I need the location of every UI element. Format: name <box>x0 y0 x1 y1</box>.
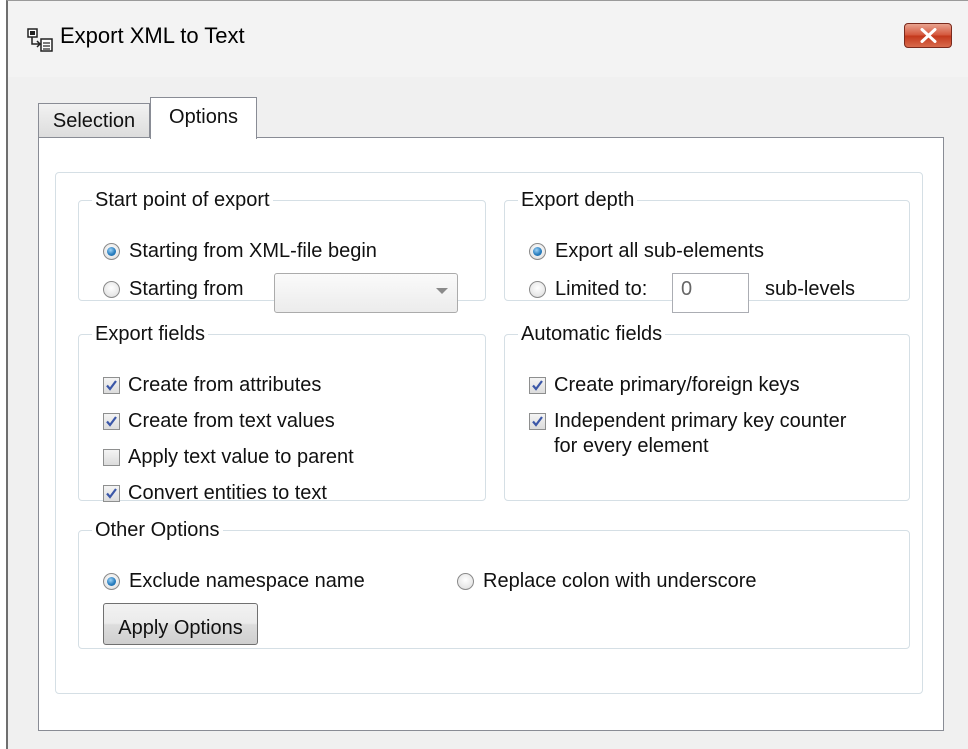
close-button[interactable] <box>904 23 952 48</box>
other-options-legend: Other Options <box>95 519 220 541</box>
exclude-namespace-radio[interactable] <box>103 572 120 590</box>
create-from-text-values-checkbox[interactable] <box>103 412 120 430</box>
options-inner-panel: Start point of export Starting from XML-… <box>55 172 923 694</box>
depth-suffix: sub-levels <box>765 277 855 301</box>
start-begin-option[interactable]: Starting from XML-file begin <box>103 239 377 263</box>
other-options-group: Other Options Exclude namespace name Rep… <box>78 519 910 649</box>
independent-counter-label-2: for every element <box>554 435 709 457</box>
create-from-attributes-option[interactable]: Create from attributes <box>103 373 321 397</box>
tab-options[interactable]: Options <box>150 97 257 139</box>
options-tab-panel: Start point of export Starting from XML-… <box>38 137 944 731</box>
window-title: Export XML to Text <box>60 23 245 48</box>
depth-all-radio[interactable] <box>529 242 546 260</box>
dialog-client-area: Selection Options Start point of export … <box>8 77 968 749</box>
replace-colon-option[interactable]: Replace colon with underscore <box>457 569 757 593</box>
start-point-legend: Start point of export <box>95 189 270 211</box>
start-element-combo[interactable] <box>274 273 458 313</box>
automatic-fields-legend: Automatic fields <box>521 323 663 345</box>
depth-all-option[interactable]: Export all sub-elements <box>529 239 764 263</box>
exclude-namespace-label: Exclude namespace name <box>129 570 365 592</box>
checkmark-icon <box>532 415 543 427</box>
depth-limited-radio[interactable] <box>529 280 546 298</box>
independent-counter-checkbox[interactable] <box>529 412 546 430</box>
export-xml-dialog: Export XML to Text Selection Options Sta… <box>6 0 968 749</box>
create-keys-label: Create primary/foreign keys <box>554 374 800 396</box>
start-begin-label: Starting from XML-file begin <box>129 240 377 262</box>
apply-options-button[interactable]: Apply Options <box>103 603 258 645</box>
replace-colon-radio[interactable] <box>457 572 474 590</box>
export-depth-legend: Export depth <box>521 189 635 211</box>
create-from-attributes-label: Create from attributes <box>128 374 322 396</box>
convert-entities-option[interactable]: Convert entities to text <box>103 481 327 505</box>
automatic-fields-group: Automatic fields Create primary/foreign … <box>504 323 910 501</box>
independent-counter-label: Independent primary key counter <box>554 410 847 432</box>
convert-entities-checkbox[interactable] <box>103 484 120 502</box>
create-from-text-values-label: Create from text values <box>128 410 335 432</box>
independent-counter-option[interactable]: Independent primary key counter <box>529 409 846 433</box>
start-point-group: Start point of export Starting from XML-… <box>78 189 486 313</box>
export-fields-group: Export fields Create from attributes Cre… <box>78 323 486 504</box>
independent-counter-label-line2: for every element <box>554 434 709 458</box>
create-from-attributes-checkbox[interactable] <box>103 376 120 394</box>
checkmark-icon <box>532 379 543 391</box>
apply-text-value-option[interactable]: Apply text value to parent <box>103 445 354 469</box>
start-from-label: Starting from <box>129 278 244 300</box>
depth-suffix-label: sub-levels <box>765 278 856 300</box>
create-from-text-values-option[interactable]: Create from text values <box>103 409 335 433</box>
close-icon <box>920 28 937 43</box>
checkmark-icon <box>106 379 117 391</box>
create-keys-checkbox[interactable] <box>529 376 546 394</box>
xml-export-icon <box>27 28 53 52</box>
start-from-radio[interactable] <box>103 280 120 298</box>
tab-selection[interactable]: Selection <box>38 103 150 138</box>
depth-limited-label: Limited to: <box>555 278 648 300</box>
title-bar[interactable]: Export XML to Text <box>8 1 968 78</box>
create-keys-option[interactable]: Create primary/foreign keys <box>529 373 800 397</box>
replace-colon-label: Replace colon with underscore <box>483 570 757 592</box>
export-depth-group: Export depth Export all sub-elements Lim… <box>504 189 910 313</box>
depth-all-label: Export all sub-elements <box>555 240 764 262</box>
checkmark-icon <box>106 487 117 499</box>
chevron-down-icon[interactable] <box>436 288 448 294</box>
depth-limited-option[interactable]: Limited to: <box>529 277 647 301</box>
depth-limit-input[interactable]: 0 <box>672 273 749 313</box>
apply-text-value-label: Apply text value to parent <box>128 446 354 468</box>
start-from-option[interactable]: Starting from <box>103 277 243 301</box>
start-begin-radio[interactable] <box>103 242 120 260</box>
export-fields-legend: Export fields <box>95 323 206 345</box>
exclude-namespace-option[interactable]: Exclude namespace name <box>103 569 365 593</box>
convert-entities-label: Convert entities to text <box>128 482 327 504</box>
checkmark-icon <box>106 415 117 427</box>
apply-text-value-checkbox[interactable] <box>103 448 120 466</box>
